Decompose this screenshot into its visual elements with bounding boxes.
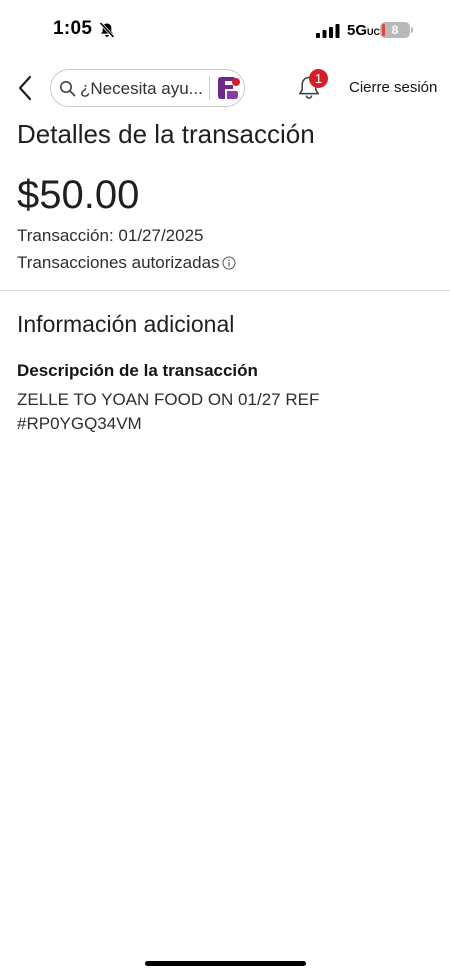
logout-link[interactable]: Cierre sesión bbox=[349, 79, 437, 96]
status-time: 1:05 bbox=[53, 18, 93, 39]
section-title: Información adicional bbox=[17, 311, 235, 337]
search-placeholder: ¿Necesita ayu... bbox=[80, 79, 203, 98]
battery-level: 8 bbox=[391, 23, 399, 37]
transaction-date: Transacción: 01/27/2025 bbox=[17, 226, 204, 245]
info-icon[interactable] bbox=[222, 256, 236, 270]
transaction-status: Transacciones autorizadas bbox=[17, 253, 220, 272]
network-suffix: UC bbox=[367, 27, 381, 37]
section-divider bbox=[0, 290, 450, 291]
home-indicator[interactable] bbox=[145, 961, 306, 966]
page-title: Detalles de la transacción bbox=[17, 119, 315, 149]
battery-tip bbox=[411, 27, 413, 33]
description-label: Descripción de la transacción bbox=[17, 361, 258, 380]
network-type: 5G bbox=[347, 22, 368, 39]
battery-icon: 8 bbox=[380, 22, 410, 38]
signal-bars-icon bbox=[316, 24, 340, 38]
transaction-details-screen: 1:05 5GUC 8 ¿Necesita ayu... 1 Cierre se… bbox=[0, 0, 450, 975]
notification-badge: 1 bbox=[309, 69, 328, 88]
assistant-logo-icon[interactable] bbox=[214, 74, 242, 102]
search-divider bbox=[209, 76, 210, 100]
description-value: ZELLE TO YOAN FOOD ON 01/27 REF #RP0YGQ3… bbox=[17, 390, 320, 433]
status-bar: 1:05 5GUC 8 bbox=[0, 0, 450, 60]
network-label: 5GUC bbox=[347, 22, 380, 39]
search-icon bbox=[60, 81, 76, 97]
transaction-amount: $50.00 bbox=[17, 173, 140, 217]
back-chevron-icon[interactable] bbox=[14, 72, 38, 104]
search-input[interactable]: ¿Necesita ayu... bbox=[50, 69, 245, 107]
bell-slash-icon bbox=[99, 21, 115, 39]
